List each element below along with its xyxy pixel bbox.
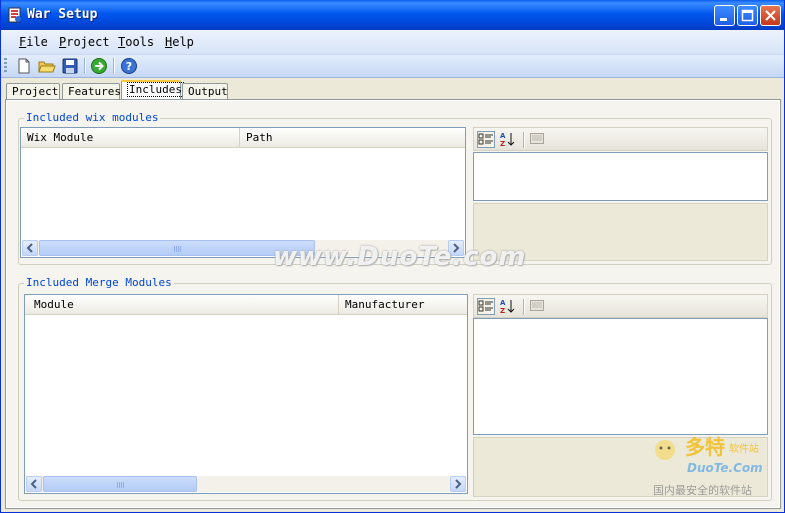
menu-project[interactable]: Project: [59, 35, 110, 49]
logo-small-text: 软件站: [729, 442, 759, 455]
scroll-left-button[interactable]: [22, 240, 38, 256]
merge-modules-label: Included Merge Modules: [24, 276, 174, 289]
merge-modules-list[interactable]: Module Manufacturer: [24, 294, 468, 494]
scroll-thumb[interactable]: [43, 476, 197, 492]
logo-slogan-text: 国内最安全的软件站: [653, 483, 752, 497]
wix-modules-label: Included wix modules: [24, 111, 161, 124]
property-pages-button[interactable]: [529, 131, 547, 148]
window-title: War Setup: [27, 7, 98, 22]
scroll-right-button[interactable]: [450, 476, 466, 492]
tab-includes[interactable]: Includes: [121, 80, 184, 100]
site-watermark: www.DuoTe.com: [273, 242, 527, 272]
categorized-button[interactable]: [477, 298, 495, 315]
alphabetical-button[interactable]: AZ: [499, 298, 517, 315]
sort-az-icon: AZ: [500, 299, 515, 315]
menu-bar: File Project Tools Help: [1, 30, 784, 55]
horizontal-scrollbar[interactable]: [26, 476, 466, 492]
tab-output[interactable]: Output: [182, 83, 228, 99]
help-icon[interactable]: ?: [120, 57, 138, 75]
alphabetical-button[interactable]: AZ: [499, 131, 517, 148]
toolbar: ?: [1, 55, 784, 78]
svg-text:Z: Z: [500, 307, 505, 314]
arrow-left-icon: [26, 243, 33, 253]
menu-file[interactable]: File: [19, 35, 48, 49]
property-toolbar: AZ: [473, 127, 768, 151]
categorized-icon: [478, 300, 493, 312]
toolbar-grip[interactable]: [4, 58, 7, 74]
app-window: War Setup File Project Tools Help ? Proj…: [0, 0, 785, 513]
maximize-button[interactable]: [737, 5, 758, 26]
wix-property-grid: AZ: [473, 127, 768, 261]
save-icon[interactable]: [61, 57, 79, 75]
column-wix-module[interactable]: Wix Module: [21, 128, 240, 147]
property-pages-icon: [530, 300, 544, 311]
tab-project[interactable]: Project: [6, 83, 60, 99]
new-file-icon[interactable]: [15, 57, 33, 75]
minimize-icon: [720, 18, 727, 21]
app-icon: [8, 7, 21, 23]
close-icon: [765, 10, 776, 21]
wix-modules-list[interactable]: Wix Module Path: [20, 127, 466, 258]
menu-help[interactable]: Help: [165, 35, 194, 49]
property-list[interactable]: [473, 318, 768, 435]
tab-features[interactable]: Features: [62, 83, 121, 99]
svg-text:?: ?: [126, 60, 132, 73]
property-pages-button[interactable]: [529, 298, 547, 315]
logo-domain-text: DuoTe.Com: [687, 461, 763, 475]
title-bar[interactable]: War Setup: [1, 0, 784, 30]
property-list[interactable]: [473, 152, 768, 201]
toolbar-separator: [84, 58, 86, 74]
logo-big-text: 多特: [685, 435, 725, 459]
arrow-right-icon: [455, 479, 462, 489]
column-module[interactable]: Module: [25, 295, 339, 314]
categorized-icon: [478, 133, 493, 145]
scroll-left-button[interactable]: [26, 476, 42, 492]
list-header: Wix Module Path: [21, 128, 465, 148]
list-header: Module Manufacturer: [25, 295, 467, 315]
toolbar-separator: [113, 58, 115, 74]
column-manufacturer[interactable]: Manufacturer: [339, 295, 467, 314]
menu-tools[interactable]: Tools: [118, 35, 154, 49]
property-toolbar: AZ: [473, 294, 768, 318]
column-path[interactable]: Path: [240, 128, 465, 147]
property-pages-icon: [530, 133, 544, 144]
run-icon[interactable]: [90, 57, 108, 75]
categorized-button[interactable]: [477, 131, 495, 148]
duote-logo-watermark: 多特 软件站 DuoTe.Com 国内最安全的软件站: [653, 435, 763, 497]
close-button[interactable]: [760, 5, 781, 26]
svg-text:A: A: [500, 299, 506, 307]
svg-text:Z: Z: [500, 140, 505, 147]
maximize-icon: [741, 9, 754, 22]
svg-text:A: A: [500, 132, 506, 140]
sort-az-icon: AZ: [500, 132, 515, 148]
arrow-left-icon: [30, 479, 37, 489]
open-folder-icon[interactable]: [38, 57, 56, 75]
minimize-button[interactable]: [714, 5, 735, 26]
